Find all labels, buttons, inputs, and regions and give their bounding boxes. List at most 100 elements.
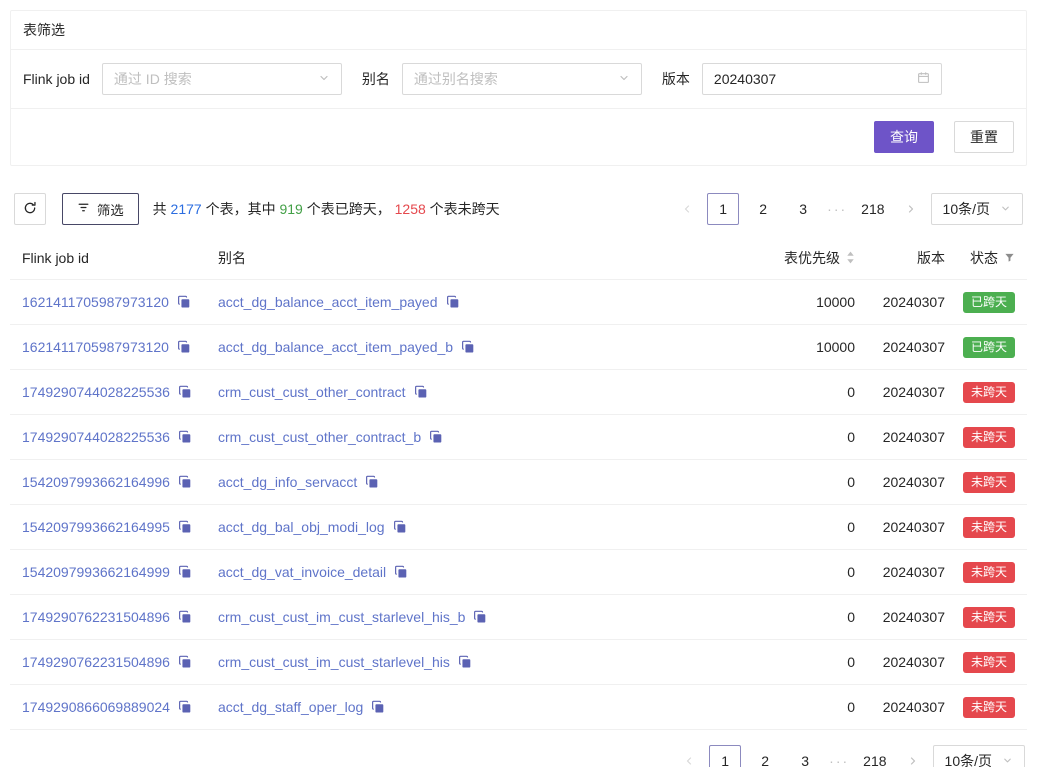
next-page-icon[interactable] <box>901 745 925 767</box>
query-button[interactable]: 查询 <box>874 121 934 153</box>
page-button-3[interactable]: 3 <box>789 745 821 767</box>
copy-icon[interactable] <box>177 295 191 309</box>
table-row: 1749290744028225536 crm_cust_cust_other_… <box>10 370 1027 415</box>
alias-link[interactable]: crm_cust_cust_im_cust_starlevel_his <box>218 654 450 670</box>
status-cell: 未跨天 <box>945 697 1015 718</box>
page-button-last[interactable]: 218 <box>855 193 890 225</box>
summary-text: 共 2177 个表，其中 919 个表已跨天， 1258 个表未跨天 <box>153 199 500 219</box>
flink-job-id-link[interactable]: 1542097993662164996 <box>22 474 170 490</box>
table-row: 1749290762231504896 crm_cust_cust_im_cus… <box>10 595 1027 640</box>
column-priority[interactable]: 表优先级 <box>715 248 855 268</box>
copy-icon[interactable] <box>458 655 472 669</box>
flink-job-id-cell: 1621411705987973120 <box>22 294 218 310</box>
flink-job-id-cell: 1749290744028225536 <box>22 429 218 445</box>
copy-icon[interactable] <box>178 565 192 579</box>
summary-part: 共 <box>153 201 171 217</box>
copy-icon[interactable] <box>394 565 408 579</box>
alias-cell: acct_dg_vat_invoice_detail <box>218 564 715 580</box>
alias-cell: crm_cust_cust_other_contract <box>218 384 715 400</box>
page-button-2[interactable]: 2 <box>749 745 781 767</box>
page-ellipsis[interactable]: ··· <box>827 201 847 217</box>
copy-icon[interactable] <box>178 655 192 669</box>
status-badge: 未跨天 <box>963 607 1015 628</box>
status-badge: 已跨天 <box>963 337 1015 358</box>
table-row: 1749290744028225536 crm_cust_cust_other_… <box>10 415 1027 460</box>
flink-job-id-link[interactable]: 1749290744028225536 <box>22 384 170 400</box>
copy-icon[interactable] <box>446 295 460 309</box>
column-alias: 别名 <box>218 248 715 268</box>
copy-icon[interactable] <box>365 475 379 489</box>
flink-job-id-cell: 1542097993662164999 <box>22 564 218 580</box>
alias-link[interactable]: acct_dg_info_servacct <box>218 474 357 490</box>
copy-icon[interactable] <box>178 520 192 534</box>
flink-job-id-select[interactable]: 通过 ID 搜索 <box>102 63 342 95</box>
alias-link[interactable]: acct_dg_vat_invoice_detail <box>218 564 386 580</box>
table-row: 1621411705987973120 acct_dg_balance_acct… <box>10 280 1027 325</box>
prev-page-icon[interactable] <box>677 745 701 767</box>
alias-link[interactable]: crm_cust_cust_other_contract <box>218 384 406 400</box>
column-filter-funnel-icon[interactable] <box>1004 252 1015 263</box>
copy-icon[interactable] <box>429 430 443 444</box>
version-cell: 20240307 <box>855 474 945 490</box>
copy-icon[interactable] <box>178 475 192 489</box>
copy-icon[interactable] <box>473 610 487 624</box>
version-cell: 20240307 <box>855 699 945 715</box>
page-button-last[interactable]: 218 <box>857 745 892 767</box>
alias-link[interactable]: acct_dg_balance_acct_item_payed_b <box>218 339 453 355</box>
page-button-1[interactable]: 1 <box>707 193 739 225</box>
copy-icon[interactable] <box>414 385 428 399</box>
flink-job-id-link[interactable]: 1749290744028225536 <box>22 429 170 445</box>
prev-page-icon[interactable] <box>675 193 699 225</box>
alias-cell: acct_dg_staff_oper_log <box>218 699 715 715</box>
reset-button[interactable]: 重置 <box>954 121 1014 153</box>
page-size-select[interactable]: 10条/页 <box>931 193 1023 225</box>
priority-cell: 10000 <box>715 339 855 355</box>
alias-link[interactable]: acct_dg_balance_acct_item_payed <box>218 294 438 310</box>
copy-icon[interactable] <box>177 340 191 354</box>
flink-job-id-link[interactable]: 1542097993662164999 <box>22 564 170 580</box>
status-cell: 已跨天 <box>945 337 1015 358</box>
copy-icon[interactable] <box>178 610 192 624</box>
column-version: 版本 <box>855 248 945 268</box>
refresh-button[interactable] <box>14 193 46 225</box>
alias-select[interactable]: 通过别名搜索 <box>402 63 642 95</box>
next-page-icon[interactable] <box>899 193 923 225</box>
table-row: 1542097993662164996 acct_dg_info_servacc… <box>10 460 1027 505</box>
alias-cell: crm_cust_cust_im_cust_starlevel_his <box>218 654 715 670</box>
status-badge: 未跨天 <box>963 652 1015 673</box>
flink-job-id-link[interactable]: 1542097993662164995 <box>22 519 170 535</box>
status-cell: 未跨天 <box>945 562 1015 583</box>
alias-link[interactable]: crm_cust_cust_other_contract_b <box>218 429 421 445</box>
sort-icon[interactable] <box>846 251 855 264</box>
flink-job-id-link[interactable]: 1621411705987973120 <box>22 339 169 355</box>
alias-link[interactable]: crm_cust_cust_im_cust_starlevel_his_b <box>218 609 465 625</box>
version-cell: 20240307 <box>855 654 945 670</box>
column-priority-label: 表优先级 <box>784 248 840 268</box>
version-date-input[interactable]: 20240307 <box>702 63 942 95</box>
page-ellipsis[interactable]: ··· <box>829 753 849 767</box>
page-size-select[interactable]: 10条/页 <box>933 745 1025 767</box>
page-button-3[interactable]: 3 <box>787 193 819 225</box>
status-badge: 未跨天 <box>963 697 1015 718</box>
alias-link[interactable]: acct_dg_staff_oper_log <box>218 699 363 715</box>
copy-icon[interactable] <box>178 700 192 714</box>
alias-link[interactable]: acct_dg_bal_obj_modi_log <box>218 519 385 535</box>
flink-job-id-link[interactable]: 1749290762231504896 <box>22 609 170 625</box>
table-header-row: Flink job id 别名 表优先级 版本 状态 <box>10 236 1027 280</box>
version-cell: 20240307 <box>855 609 945 625</box>
chevron-down-icon <box>1002 753 1013 767</box>
copy-icon[interactable] <box>371 700 385 714</box>
copy-icon[interactable] <box>178 430 192 444</box>
flink-job-id-link[interactable]: 1621411705987973120 <box>22 294 169 310</box>
copy-icon[interactable] <box>393 520 407 534</box>
page-size-value: 10条/页 <box>943 199 990 219</box>
copy-icon[interactable] <box>461 340 475 354</box>
status-badge: 未跨天 <box>963 472 1015 493</box>
copy-icon[interactable] <box>178 385 192 399</box>
flink-job-id-link[interactable]: 1749290866069889024 <box>22 699 170 715</box>
status-badge: 未跨天 <box>963 382 1015 403</box>
page-button-2[interactable]: 2 <box>747 193 779 225</box>
page-button-1[interactable]: 1 <box>709 745 741 767</box>
filter-button[interactable]: 筛选 <box>62 193 139 225</box>
flink-job-id-link[interactable]: 1749290762231504896 <box>22 654 170 670</box>
